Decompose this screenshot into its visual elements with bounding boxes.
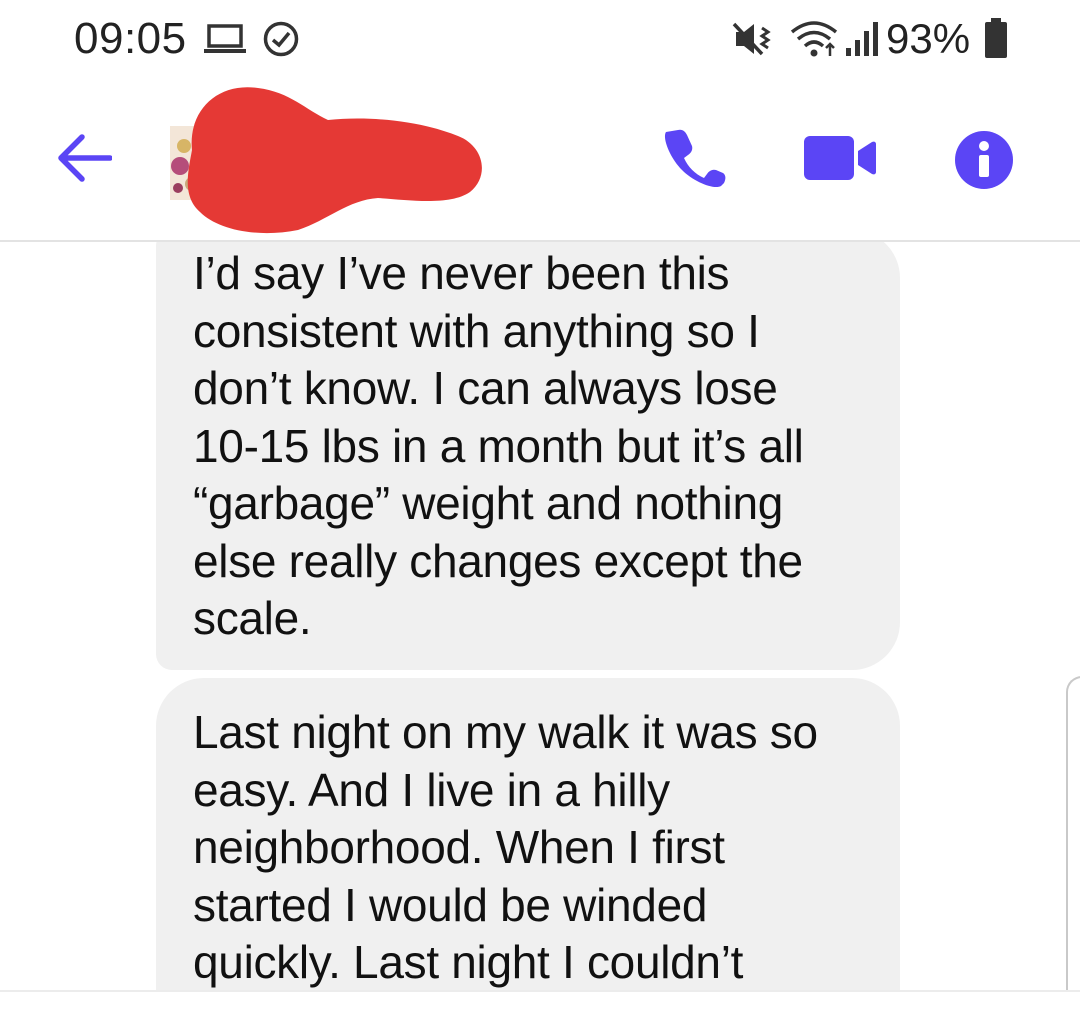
video-camera-icon[interactable] — [804, 134, 876, 182]
info-icon[interactable] — [954, 130, 1014, 190]
message-bubble[interactable]: Last night on my walk it was so easy. An… — [156, 678, 900, 990]
status-bar: 09:05 93% — [0, 0, 1080, 80]
message-thread[interactable]: I’d say I’ve never been this consistent … — [0, 242, 1080, 990]
arrow-left-icon[interactable] — [56, 132, 112, 184]
redaction-mark — [187, 87, 482, 234]
phone-icon[interactable] — [664, 126, 726, 188]
status-time: 09:05 — [74, 14, 187, 63]
battery-percentage: 93% — [886, 15, 971, 62]
chat-header — [0, 80, 1080, 242]
messenger-status-icon — [263, 21, 299, 57]
scroll-indicator[interactable] — [1066, 676, 1080, 1010]
signal-icon — [846, 22, 878, 56]
composer-area — [0, 990, 1080, 1018]
wifi-icon — [790, 21, 838, 57]
battery-icon — [985, 18, 1007, 58]
laptop-icon — [204, 24, 246, 53]
mute-vibrate-icon — [732, 22, 771, 56]
message-bubble[interactable]: I’d say I’ve never been this consistent … — [156, 242, 900, 670]
